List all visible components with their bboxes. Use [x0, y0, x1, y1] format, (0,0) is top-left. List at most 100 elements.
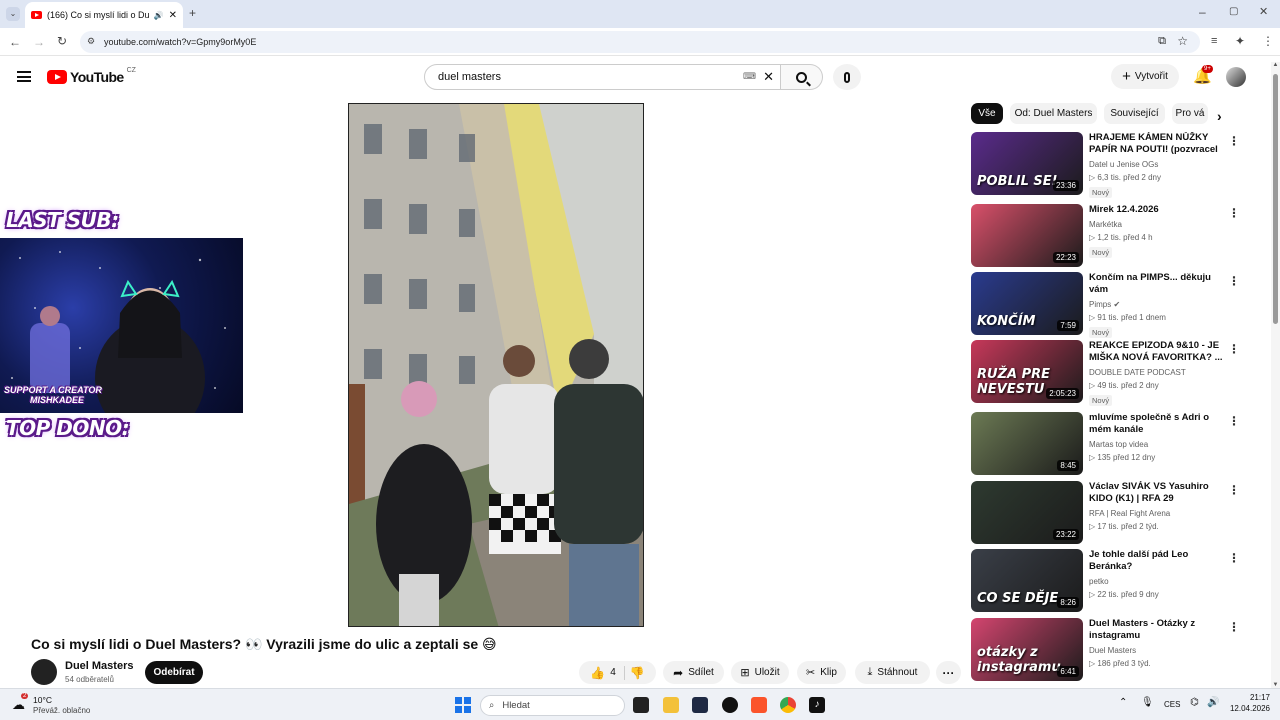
recommendation-item[interactable]: 23:22 Václav SIVÁK VS Yasuhiro KIDO (K1) … — [971, 481, 1246, 545]
back-icon[interactable]: ← — [9, 36, 21, 48]
url-field[interactable]: ⚙ youtube.com/watch?v=Gpmy9orMy0E ⧉ ☆ — [80, 31, 1200, 53]
chip-all[interactable]: Vše — [971, 103, 1003, 124]
save-button[interactable]: ⊞ Uložit — [731, 661, 789, 684]
recommendation-title[interactable]: Končím na PIMPS... děkuju vám — [1089, 272, 1225, 296]
share-button[interactable]: ➦ Sdílet — [663, 661, 724, 684]
chip-from-channel[interactable]: Od: Duel Masters — [1010, 103, 1097, 124]
speaker-icon[interactable]: 🔊 — [154, 11, 164, 20]
maximize-icon[interactable]: ▢ — [1229, 7, 1238, 17]
app-icon-2[interactable] — [722, 697, 738, 713]
dislike-button[interactable]: 👎 — [630, 666, 645, 680]
bookmark-star-icon[interactable]: ☆ — [1177, 34, 1188, 48]
recommendation-title[interactable]: Duel Masters - Otázky z instagramu — [1089, 618, 1225, 642]
youtube-logo[interactable]: YouTube CZ — [47, 67, 136, 85]
search-button[interactable] — [781, 64, 823, 90]
start-button[interactable] — [455, 697, 471, 713]
recommendation-channel[interactable]: Duel Masters — [1089, 646, 1136, 655]
video-thumbnail[interactable]: 23:22 — [971, 481, 1083, 544]
keyboard-language[interactable]: CES — [1164, 700, 1180, 709]
brave-browser-icon[interactable] — [751, 697, 767, 713]
recommendation-channel[interactable]: RFA | Real Fight Arena — [1089, 509, 1170, 518]
video-thumbnail[interactable]: CO SE DĚJE 8:26 — [971, 549, 1083, 612]
recommendation-channel[interactable]: Datel u Jenise OGs — [1089, 160, 1158, 169]
video-thumbnail[interactable]: KONČÍM 7:59 — [971, 272, 1083, 335]
app-icon-1[interactable] — [692, 697, 708, 713]
recommendation-title[interactable]: Mirek 12.4.2026 — [1089, 204, 1225, 216]
reading-list-icon[interactable]: ≡ — [1211, 36, 1217, 47]
clock[interactable]: 21:17 12.04.2026 — [1228, 692, 1270, 714]
recommendation-item[interactable]: 22:23 Mirek 12.4.2026 Markétka ▷ 1,2 tis. p… — [971, 204, 1246, 268]
reload-icon[interactable]: ↻ — [57, 35, 67, 47]
tray-chevron-icon[interactable]: ⌃ — [1119, 697, 1127, 708]
more-actions-button[interactable]: ··· — [936, 661, 961, 684]
notifications-bell-icon[interactable]: 🔔 9+ — [1193, 65, 1213, 85]
recommendation-channel[interactable]: DOUBLE DATE PODCAST — [1089, 368, 1186, 377]
tiktok-icon[interactable]: ♪ — [809, 697, 825, 713]
clip-button[interactable]: ✂ Klip — [797, 661, 846, 684]
recommendation-title[interactable]: Je tohle další pád Leo Beránka? — [1089, 549, 1225, 573]
tray-mic-icon[interactable]: 🎙 — [1141, 697, 1154, 708]
scrollbar-up-arrow[interactable]: ▲ — [1271, 62, 1280, 68]
tab-list-icon[interactable]: ⌄ — [6, 7, 20, 21]
recommendation-item[interactable]: RUŽA PRE NEVESTU 2:05:23 REAKCE EPIZODA 9&… — [971, 340, 1246, 406]
video-thumbnail[interactable]: 8:45 — [971, 412, 1083, 475]
close-tab-icon[interactable]: ✕ — [169, 10, 177, 21]
recommendation-item[interactable]: otázky z instagramu 6:41 Duel Masters - Ot… — [971, 618, 1246, 682]
voice-search-button[interactable] — [833, 64, 861, 90]
tab-youtube[interactable]: (166) Co si myslí lidi o Duel 🔊 ✕ — [25, 2, 183, 28]
recommendation-item[interactable]: KONČÍM 7:59 Končím na PIMPS... děkuju vám P… — [971, 272, 1246, 338]
file-explorer-icon[interactable] — [663, 697, 679, 713]
subscribe-button[interactable]: Odebírat — [145, 661, 203, 684]
forward-icon[interactable]: → — [33, 36, 45, 48]
search-input[interactable]: duel masters ⌨ ✕ — [424, 64, 781, 90]
recommendation-channel[interactable]: Martas top videa — [1089, 440, 1148, 449]
recommendation-title[interactable]: Václav SIVÁK VS Yasuhiro KIDO (K1) | RFA… — [1089, 481, 1225, 505]
task-view-icon[interactable] — [633, 697, 649, 713]
recommendation-title[interactable]: mluvíme společně s Adri o mém kanále — [1089, 412, 1225, 436]
video-player[interactable] — [348, 103, 644, 627]
page-scrollbar[interactable]: ▲ ▼ — [1271, 62, 1280, 688]
recommendation-title[interactable]: REAKCE EPIZODA 9&10 - JE MIŠKA NOVÁ FAVO… — [1089, 340, 1225, 364]
weather-widget[interactable]: ☁ 2 10°C Převáž. oblačno — [12, 693, 112, 717]
recommendation-title[interactable]: HRAJEME KÁMEN NŮŽKY PAPÍR NA POUTI! (poz… — [1089, 132, 1225, 156]
minimize-icon[interactable]: – — [1199, 6, 1206, 18]
recommendation-channel[interactable]: petko — [1089, 577, 1109, 586]
chip-related[interactable]: Související — [1104, 103, 1165, 124]
more-vert-icon[interactable]: ⋮ — [1228, 483, 1240, 497]
more-vert-icon[interactable]: ⋮ — [1228, 620, 1240, 634]
extensions-icon[interactable]: ✦ — [1235, 35, 1245, 47]
volume-icon[interactable]: 🔊 — [1207, 697, 1219, 708]
more-vert-icon[interactable]: ⋮ — [1228, 206, 1240, 220]
chip-for-you[interactable]: Pro vá — [1172, 103, 1208, 124]
more-vert-icon[interactable]: ⋮ — [1228, 134, 1240, 148]
chrome-icon[interactable] — [780, 697, 796, 713]
more-vert-icon[interactable]: ⋮ — [1228, 274, 1240, 288]
taskbar-search[interactable]: ⌕ Hledat — [480, 695, 625, 716]
install-app-icon[interactable]: ⧉ — [1158, 35, 1166, 48]
video-thumbnail[interactable]: otázky z instagramu 6:41 — [971, 618, 1083, 681]
scrollbar-thumb[interactable] — [1273, 74, 1278, 324]
new-tab-icon[interactable]: + — [189, 7, 196, 19]
browser-menu-icon[interactable]: ⋮ — [1262, 35, 1274, 47]
more-vert-icon[interactable]: ⋮ — [1228, 414, 1240, 428]
recommendation-channel[interactable]: Markétka — [1089, 220, 1122, 229]
more-vert-icon[interactable]: ⋮ — [1228, 551, 1240, 565]
account-avatar[interactable] — [1226, 67, 1246, 87]
channel-avatar[interactable] — [31, 659, 57, 685]
chips-next-chevron-icon[interactable]: › — [1217, 108, 1222, 124]
video-thumbnail[interactable]: 22:23 — [971, 204, 1083, 267]
download-button[interactable]: ⤓ Stáhnout — [855, 661, 930, 684]
network-icon[interactable]: ⌬ — [1190, 697, 1199, 708]
video-thumbnail[interactable]: RUŽA PRE NEVESTU 2:05:23 — [971, 340, 1083, 403]
recommendation-item[interactable]: CO SE DĚJE 8:26 Je tohle další pád Leo Ber… — [971, 549, 1246, 613]
like-button[interactable]: 👍 4 — [590, 665, 625, 680]
clear-search-icon[interactable]: ✕ — [763, 69, 774, 85]
recommendation-channel[interactable]: Pimps ✔ — [1089, 300, 1120, 309]
video-thumbnail[interactable]: POBLIL SE! 23:36 — [971, 132, 1083, 195]
channel-name[interactable]: Duel Masters — [65, 660, 133, 672]
hamburger-menu-icon[interactable] — [17, 71, 31, 82]
recommendation-item[interactable]: POBLIL SE! 23:36 HRAJEME KÁMEN NŮŽKY PAPÍR… — [971, 132, 1246, 198]
more-vert-icon[interactable]: ⋮ — [1228, 342, 1240, 356]
keyboard-icon[interactable]: ⌨ — [743, 71, 756, 82]
close-window-icon[interactable]: ✕ — [1259, 7, 1268, 18]
